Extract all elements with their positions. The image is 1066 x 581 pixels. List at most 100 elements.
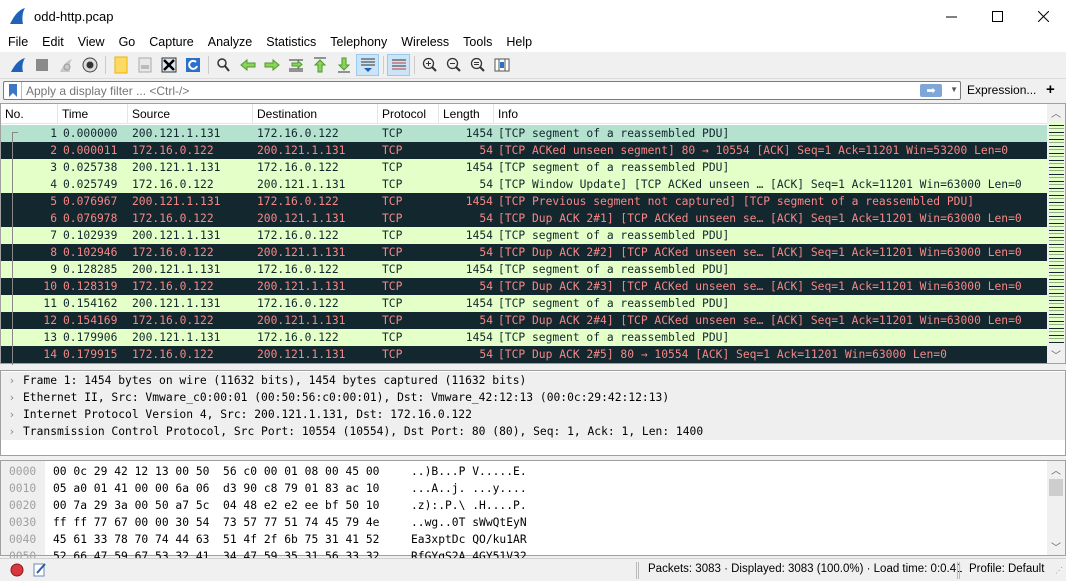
close-button[interactable] — [1020, 0, 1066, 32]
byte-offset[interactable]: 0020 — [9, 497, 36, 514]
expand-arrow-icon[interactable]: › — [1, 372, 23, 389]
capture-comment-icon[interactable] — [33, 562, 47, 577]
byte-hex[interactable]: ff ff 77 67 00 00 30 54 73 57 77 51 74 4… — [53, 514, 379, 531]
byte-hex[interactable]: 05 a0 01 41 00 00 6a 06 d3 90 c8 79 01 8… — [53, 480, 379, 497]
menu-view[interactable]: View — [71, 32, 112, 52]
detail-row-ethernet[interactable]: › Ethernet II, Src: Vmware_c0:00:01 (00:5… — [1, 389, 1065, 406]
first-packet-button[interactable] — [308, 54, 331, 76]
expression-button[interactable]: Expression... — [967, 83, 1036, 97]
open-file-button[interactable] — [109, 54, 132, 76]
find-packet-button[interactable] — [212, 54, 235, 76]
byte-offset[interactable]: 0030 — [9, 514, 36, 531]
scroll-up-button[interactable]: ︿ — [1047, 461, 1065, 478]
detail-row-ip[interactable]: › Internet Protocol Version 4, Src: 200.1… — [1, 406, 1065, 423]
last-packet-button[interactable] — [332, 54, 355, 76]
expand-arrow-icon[interactable]: › — [1, 406, 23, 423]
packet-row[interactable]: 4 0.025749 172.16.0.122 200.121.1.131 TCP 54 [… — [1, 176, 1047, 193]
apply-filter-button[interactable]: ➡ — [920, 84, 942, 97]
menu-capture[interactable]: Capture — [142, 32, 200, 52]
column-header-time[interactable]: Time — [58, 104, 128, 124]
byte-offset[interactable]: 0010 — [9, 480, 36, 497]
byte-ascii[interactable]: ..)B...P V.....E. — [411, 463, 527, 480]
capture-options-button[interactable] — [78, 54, 101, 76]
expand-arrow-icon[interactable]: › — [1, 389, 23, 406]
chevron-up-icon: ︿ — [1051, 109, 1061, 120]
zoom-in-button[interactable] — [418, 54, 441, 76]
packet-row[interactable]: 9 0.128285 200.121.1.131 172.16.0.122 TCP 145… — [1, 261, 1047, 278]
scroll-down-button[interactable]: ﹀ — [1047, 538, 1065, 555]
column-header-destination[interactable]: Destination — [253, 104, 378, 124]
detail-row-tcp[interactable]: › Transmission Control Protocol, Src Port… — [1, 423, 1065, 440]
packet-row[interactable]: 2 0.000011 172.16.0.122 200.121.1.131 TCP 54 [… — [1, 142, 1047, 159]
scroll-thumb[interactable] — [1049, 479, 1063, 496]
packet-row[interactable]: 8 0.102946 172.16.0.122 200.121.1.131 TCP 54 [… — [1, 244, 1047, 261]
start-capture-button[interactable] — [6, 54, 29, 76]
menu-wireless[interactable]: Wireless — [394, 32, 456, 52]
add-filter-button[interactable]: + — [1046, 81, 1055, 98]
menu-telephony[interactable]: Telephony — [323, 32, 394, 52]
profile-status[interactable]: Profile: Default — [969, 563, 1044, 575]
autoscroll-button[interactable] — [356, 54, 379, 76]
packet-row[interactable]: 1 0.000000 200.121.1.131 172.16.0.122 TCP 145… — [1, 125, 1047, 142]
packet-row[interactable]: 13 0.179906 200.121.1.131 172.16.0.122 TCP 14… — [1, 329, 1047, 346]
byte-ascii[interactable]: .z):.P.\ .H....P. — [411, 497, 527, 514]
packet-minimap[interactable] — [1049, 122, 1064, 344]
filter-history-dropdown[interactable]: ▼ — [950, 85, 958, 94]
menu-file[interactable]: File — [0, 32, 35, 52]
resize-grip-icon[interactable]: ⋰ — [1055, 566, 1063, 575]
scroll-up-button[interactable]: ︿ — [1047, 104, 1065, 121]
packet-row[interactable]: 5 0.076967 200.121.1.131 172.16.0.122 TCP 145… — [1, 193, 1047, 210]
detail-row-frame[interactable]: › Frame 1: 1454 bytes on wire (11632 bits… — [1, 372, 1065, 389]
stop-capture-button[interactable] — [30, 54, 53, 76]
expert-info-icon[interactable] — [10, 563, 24, 577]
byte-offset[interactable]: 0040 — [9, 531, 36, 548]
column-header-no[interactable]: No. — [1, 104, 58, 124]
minimize-button[interactable] — [928, 0, 974, 32]
menu-help[interactable]: Help — [499, 32, 539, 52]
menu-statistics[interactable]: Statistics — [259, 32, 323, 52]
packet-row[interactable]: 14 0.179915 172.16.0.122 200.121.1.131 TCP 54… — [1, 346, 1047, 363]
byte-ascii[interactable]: ...A..j. ...y.... — [411, 480, 527, 497]
column-header-protocol[interactable]: Protocol — [378, 104, 439, 124]
close-file-button[interactable] — [157, 54, 180, 76]
restart-capture-button[interactable] — [54, 54, 77, 76]
column-header-info[interactable]: Info — [494, 104, 1047, 124]
filter-bookmark-button[interactable] — [4, 82, 22, 99]
byte-hex[interactable]: 45 61 33 78 70 74 44 63 51 4f 2f 6b 75 3… — [53, 531, 379, 548]
packet-row[interactable]: 6 0.076978 172.16.0.122 200.121.1.131 TCP 54 [… — [1, 210, 1047, 227]
zoom-normal-button[interactable] — [466, 54, 489, 76]
byte-hex[interactable]: 00 7a 29 3a 00 50 a7 5c 04 48 e2 e2 ee b… — [53, 497, 379, 514]
resize-columns-button[interactable] — [490, 54, 513, 76]
go-back-button[interactable] — [236, 54, 259, 76]
go-to-packet-button[interactable] — [284, 54, 307, 76]
menu-tools[interactable]: Tools — [456, 32, 499, 52]
byte-ascii[interactable]: ..wg..0T sWwQtEyN — [411, 514, 527, 531]
menu-analyze[interactable]: Analyze — [201, 32, 259, 52]
packet-list-scrollbar[interactable]: ︿ ﹀ — [1047, 104, 1065, 363]
byte-ascii[interactable]: Ea3xptDc QO/ku1AR — [411, 531, 527, 548]
packet-time: 0.179906 — [63, 331, 118, 344]
byte-offset[interactable]: 0000 — [9, 463, 36, 480]
packet-row[interactable]: 12 0.154169 172.16.0.122 200.121.1.131 TCP 54… — [1, 312, 1047, 329]
save-file-button[interactable] — [133, 54, 156, 76]
packet-row[interactable]: 10 0.128319 172.16.0.122 200.121.1.131 TCP 54… — [1, 278, 1047, 295]
display-filter-input[interactable] — [22, 83, 902, 98]
scroll-down-button[interactable]: ﹀ — [1047, 346, 1065, 363]
packet-row[interactable]: 7 0.102939 200.121.1.131 172.16.0.122 TCP 145… — [1, 227, 1047, 244]
zoom-out-button[interactable] — [442, 54, 465, 76]
byte-hex[interactable]: 00 0c 29 42 12 13 00 50 56 c0 00 01 08 0… — [53, 463, 379, 480]
menu-go[interactable]: Go — [112, 32, 143, 52]
go-forward-button[interactable] — [260, 54, 283, 76]
packet-source: 172.16.0.122 — [132, 246, 214, 259]
reload-button[interactable] — [181, 54, 204, 76]
maximize-button[interactable] — [974, 0, 1020, 32]
packet-row[interactable]: 11 0.154162 200.121.1.131 172.16.0.122 TCP 14… — [1, 295, 1047, 312]
colorize-button[interactable] — [387, 54, 410, 76]
packet-row[interactable]: 3 0.025738 200.121.1.131 172.16.0.122 TCP 145… — [1, 159, 1047, 176]
packet-time: 0.102939 — [63, 229, 118, 242]
column-header-length[interactable]: Length — [439, 104, 494, 124]
expand-arrow-icon[interactable]: › — [1, 423, 23, 440]
column-header-source[interactable]: Source — [128, 104, 253, 124]
bytes-scrollbar[interactable]: ︿ ﹀ — [1047, 461, 1065, 555]
menu-edit[interactable]: Edit — [35, 32, 71, 52]
